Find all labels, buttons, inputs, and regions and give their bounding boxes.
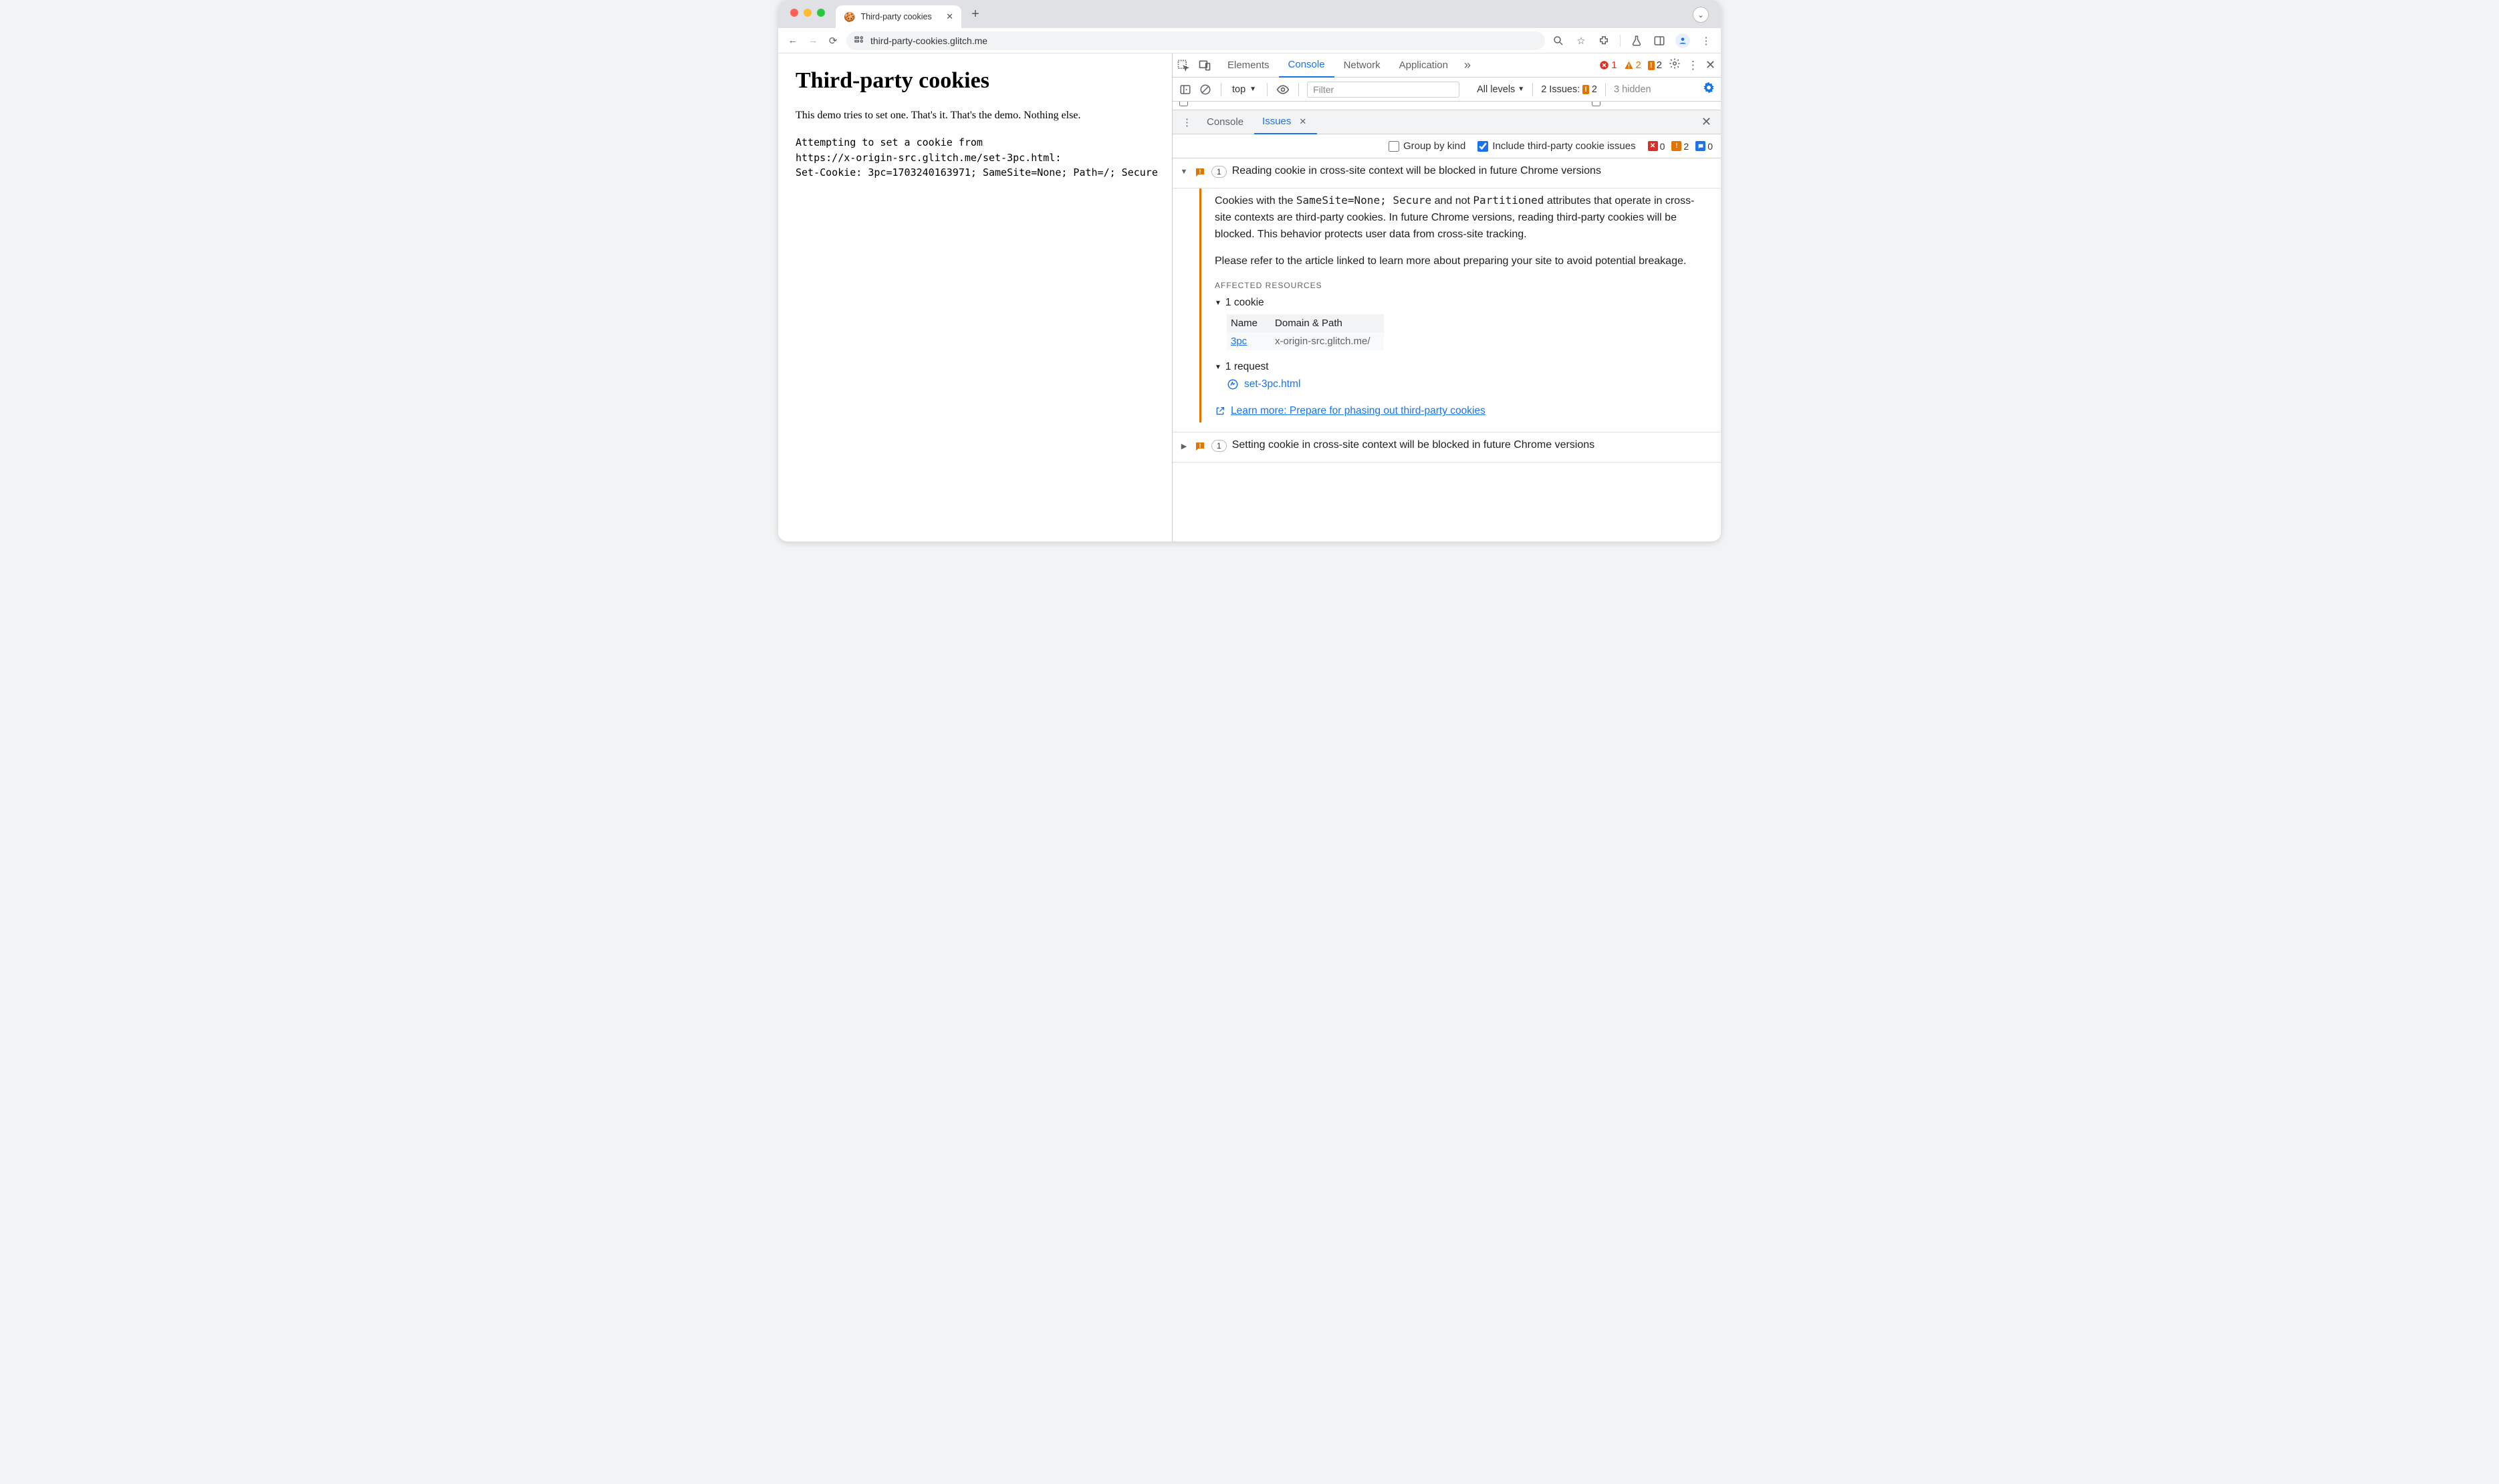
forward-button[interactable]: →: [806, 34, 820, 47]
drawer-close-icon[interactable]: ✕: [1697, 115, 1715, 129]
back-button[interactable]: ←: [786, 34, 800, 47]
devtools-tabstrip: Elements Console Network Application » 1…: [1173, 53, 1721, 78]
affected-resources-heading: AFFECTED RESOURCES: [1215, 281, 1706, 290]
labs-icon[interactable]: [1630, 34, 1643, 47]
tab-elements[interactable]: Elements: [1218, 53, 1279, 78]
expand-toggle-icon[interactable]: ▼: [1179, 165, 1189, 176]
warning-badge-icon: !: [1671, 141, 1681, 151]
console-settings-icon[interactable]: [1702, 81, 1715, 98]
tab-network[interactable]: Network: [1334, 53, 1390, 78]
include-3p-cookie-checkbox[interactable]: Include third-party cookie issues: [1477, 140, 1635, 152]
side-panel-icon[interactable]: [1653, 34, 1666, 47]
inspect-element-icon[interactable]: [1175, 57, 1191, 74]
page-log: Attempting to set a cookie from https://…: [796, 135, 1165, 180]
drawer-tabstrip: ⋮ Console Issues ✕ ✕: [1173, 110, 1721, 134]
log-xhr-checkbox[interactable]: [1592, 102, 1600, 106]
hide-network-checkbox[interactable]: [1179, 102, 1188, 106]
device-toolbar-icon[interactable]: [1197, 57, 1213, 74]
browser-tab[interactable]: 🍪 Third-party cookies ✕: [836, 5, 961, 28]
error-badge-icon: ✕: [1648, 141, 1658, 151]
info-badge-icon: [1695, 141, 1705, 151]
site-settings-icon[interactable]: [853, 33, 865, 47]
issue-title: Setting cookie in cross-site context wil…: [1232, 439, 1594, 451]
group-by-kind-checkbox[interactable]: Group by kind: [1389, 140, 1465, 152]
error-count[interactable]: 1: [1599, 59, 1617, 71]
window-maximize-icon[interactable]: [817, 9, 825, 17]
new-tab-button[interactable]: +: [965, 4, 985, 24]
issue-item-expanded[interactable]: ▼ 1 Reading cookie in cross-site context…: [1173, 158, 1721, 189]
page-intro: This demo tries to set one. That's it. T…: [796, 110, 1165, 122]
cookie-table-col-name: Name: [1227, 314, 1271, 332]
cookie-table-col-domain: Domain & Path: [1271, 314, 1384, 332]
drawer-tab-issues[interactable]: Issues ✕: [1254, 110, 1317, 134]
issue-item-collapsed[interactable]: ▶ 1 Setting cookie in cross-site context…: [1173, 432, 1721, 463]
console-settings-strip: [1173, 102, 1721, 110]
devtools-panel: Elements Console Network Application » 1…: [1173, 53, 1721, 541]
issues-list: ▼ 1 Reading cookie in cross-site context…: [1173, 158, 1721, 541]
expand-toggle-icon[interactable]: ▶: [1179, 439, 1189, 451]
issue-severity-icon: [1194, 439, 1206, 455]
issue-detail-panel: Cookies with the SameSite=None; Secure a…: [1199, 189, 1713, 422]
issue-title: Reading cookie in cross-site context wil…: [1232, 165, 1601, 177]
live-expression-icon[interactable]: [1276, 82, 1290, 97]
chrome-menu-button[interactable]: ⋮: [1699, 34, 1713, 47]
affected-cookies-toggle[interactable]: ▼1 cookie: [1215, 297, 1706, 309]
tabs-dropdown-button[interactable]: ⌄: [1693, 7, 1709, 23]
url-text: third-party-cookies.glitch.me: [870, 35, 987, 46]
cookie-table-row: 3pc x-origin-src.glitch.me/: [1227, 332, 1384, 350]
devtools-menu-icon[interactable]: ⋮: [1687, 59, 1699, 72]
issue-count-pill: 1: [1211, 166, 1227, 178]
devtools-close-icon[interactable]: ✕: [1705, 58, 1715, 72]
page-content: Third-party cookies This demo tries to s…: [778, 53, 1173, 541]
console-sidebar-toggle-icon[interactable]: [1178, 82, 1193, 97]
affected-cookies-table: Name Domain & Path 3pc x-origin-src.glit…: [1227, 314, 1384, 350]
drawer-tab-close-icon[interactable]: ✕: [1296, 116, 1309, 127]
execution-context-selector[interactable]: top▼: [1229, 84, 1259, 95]
address-bar[interactable]: third-party-cookies.glitch.me: [846, 31, 1545, 50]
learn-more-link[interactable]: Learn more: Prepare for phasing out thir…: [1215, 405, 1706, 417]
tab-application[interactable]: Application: [1390, 53, 1457, 78]
tab-close-icon[interactable]: ✕: [946, 11, 953, 22]
issues-kind-counts: ✕0 !2 0: [1648, 141, 1713, 152]
tabs-overflow-icon[interactable]: »: [1457, 58, 1477, 72]
page-heading: Third-party cookies: [796, 68, 1165, 94]
extensions-icon[interactable]: [1597, 34, 1611, 47]
log-levels-selector[interactable]: All levels▼: [1477, 84, 1524, 95]
tab-title: Third-party cookies: [860, 12, 931, 21]
issue-description-2: Please refer to the article linked to le…: [1215, 253, 1706, 270]
issue-severity-icon: [1194, 165, 1206, 181]
window-minimize-icon[interactable]: [804, 9, 812, 17]
issue-count-pill: 1: [1211, 440, 1227, 452]
cookie-name-link[interactable]: 3pc: [1231, 336, 1247, 347]
zoom-icon[interactable]: [1552, 34, 1565, 47]
drawer-tab-console[interactable]: Console: [1199, 110, 1252, 134]
window-close-icon[interactable]: [790, 9, 798, 17]
cookie-domain-cell: x-origin-src.glitch.me/: [1271, 332, 1384, 350]
tab-favicon-icon: 🍪: [844, 11, 855, 23]
clear-console-icon[interactable]: [1198, 82, 1213, 97]
issues-count-badge[interactable]: ! 2: [1648, 59, 1662, 71]
bookmark-icon[interactable]: ☆: [1574, 34, 1588, 47]
browser-toolbar: ← → ⟳ third-party-cookies.glitch.me ☆: [778, 28, 1721, 53]
profile-avatar[interactable]: [1675, 33, 1690, 48]
reload-button[interactable]: ⟳: [826, 34, 840, 47]
console-filter-input[interactable]: Filter: [1307, 82, 1459, 98]
affected-request-link[interactable]: set-3pc.html: [1227, 378, 1706, 390]
warning-count[interactable]: 2: [1624, 59, 1641, 71]
issues-filter-bar: Group by kind Include third-party cookie…: [1173, 134, 1721, 158]
issues-link[interactable]: 2 Issues: ! 2: [1541, 84, 1597, 95]
drawer-menu-icon[interactable]: ⋮: [1178, 116, 1196, 128]
issue-description-1: Cookies with the SameSite=None; Secure a…: [1215, 193, 1706, 243]
tab-strip: 🍪 Third-party cookies ✕ + ⌄: [778, 0, 1721, 28]
tab-console[interactable]: Console: [1279, 53, 1334, 78]
affected-requests-toggle[interactable]: ▼1 request: [1215, 361, 1706, 373]
console-toolbar: top▼ Filter All levels▼ 2 Issues: !: [1173, 78, 1721, 102]
devtools-settings-icon[interactable]: [1669, 57, 1681, 73]
hidden-messages[interactable]: 3 hidden: [1614, 84, 1651, 95]
